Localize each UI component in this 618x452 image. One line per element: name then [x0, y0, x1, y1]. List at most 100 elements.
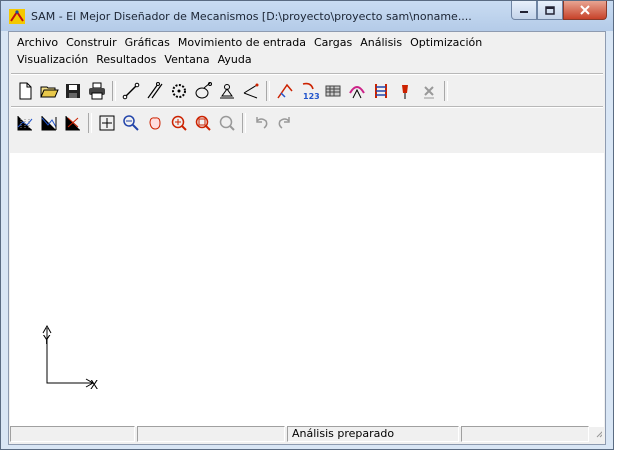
status-cell-1	[10, 426, 135, 442]
toolbar-separator	[88, 113, 92, 133]
input-motion-button[interactable]	[273, 79, 297, 103]
numbering-icon: 123	[302, 82, 319, 101]
toolbar-separator	[266, 81, 270, 101]
table-icon	[325, 85, 341, 97]
gear-icon	[172, 84, 186, 98]
redo-button[interactable]	[273, 111, 297, 135]
drawing-canvas[interactable]: Y X	[10, 153, 604, 427]
zoom-previous-button[interactable]	[215, 111, 239, 135]
lamp-icon	[424, 86, 434, 99]
menu-graficas[interactable]: Gráficas	[121, 34, 174, 51]
new-file-icon	[19, 82, 32, 100]
menu-cargas[interactable]: Cargas	[310, 34, 356, 51]
window-title: SAM - El Mejor Diseñador de Mecanismos […	[31, 10, 472, 23]
gear-button[interactable]	[167, 79, 191, 103]
menu-construir[interactable]: Construir	[62, 34, 121, 51]
menu-analisis[interactable]: Análisis	[356, 34, 406, 51]
menu-archivo[interactable]: Archivo	[13, 34, 62, 51]
cursor-icon	[99, 115, 115, 131]
table-button[interactable]	[321, 79, 345, 103]
x-axis-label: X	[90, 378, 99, 392]
undo-icon	[256, 117, 268, 129]
title-bar[interactable]: SAM - El Mejor Diseñador de Mecanismos […	[1, 1, 613, 31]
link-button[interactable]	[119, 79, 143, 103]
new-file-button[interactable]	[13, 79, 37, 103]
view-toolbar	[13, 109, 297, 137]
pan-icon	[149, 117, 161, 130]
cam-button[interactable]	[191, 79, 215, 103]
toolbar-separator	[242, 113, 246, 133]
toolbar-separator	[444, 81, 448, 101]
menu-resultados[interactable]: Resultados	[92, 51, 160, 68]
y-axis-label: Y	[43, 333, 51, 347]
pin-icon	[402, 85, 408, 99]
svg-text:123: 123	[303, 92, 319, 101]
print-button[interactable]	[85, 79, 109, 103]
ground-support-button[interactable]	[215, 79, 239, 103]
main-toolbar: 123	[13, 77, 451, 105]
resize-grip-icon	[596, 431, 602, 438]
grid-icon	[41, 116, 57, 131]
menu-separator	[11, 73, 603, 75]
ground-support-icon	[220, 84, 234, 99]
grid-clear-icon	[65, 116, 80, 131]
numbering-button[interactable]: 123	[297, 79, 321, 103]
zoom-window-icon	[171, 115, 187, 131]
client-area: Archivo Construir Gráficas Movimiento de en…	[8, 31, 606, 445]
status-message: Análisis preparado	[287, 426, 459, 442]
status-cell-4	[461, 426, 589, 442]
menu-optimizacion[interactable]: Optimización	[406, 34, 486, 51]
toolbar-separator	[112, 81, 116, 101]
redo-icon	[278, 117, 290, 129]
ladder-icon	[375, 84, 387, 98]
open-button[interactable]	[37, 79, 61, 103]
zoom-previous-icon	[219, 115, 235, 131]
zoom-extent-button[interactable]	[191, 111, 215, 135]
menu-ayuda[interactable]: Ayuda	[214, 51, 256, 68]
print-icon	[89, 82, 105, 100]
minimize-icon	[520, 11, 528, 13]
grid-clear-button[interactable]	[61, 111, 85, 135]
maximize-icon	[545, 5, 555, 15]
toolbar-separator-line	[11, 106, 603, 108]
close-button[interactable]	[563, 1, 607, 20]
cursor-button[interactable]	[95, 111, 119, 135]
pan-button[interactable]	[143, 111, 167, 135]
zoom-out-icon	[123, 115, 139, 131]
grid-snap-button[interactable]	[13, 111, 37, 135]
zoom-window-button[interactable]	[167, 111, 191, 135]
slider-link-icon	[147, 82, 163, 99]
resize-grip[interactable]	[591, 426, 602, 442]
ladder-button[interactable]	[369, 79, 393, 103]
input-motion-icon	[277, 83, 293, 99]
angle-button[interactable]	[239, 79, 263, 103]
menu-visualizacion[interactable]: Visualización	[13, 51, 92, 68]
lamp-button[interactable]	[417, 79, 441, 103]
status-cell-2	[137, 426, 285, 442]
maximize-button[interactable]	[537, 1, 563, 20]
zoom-extent-icon	[195, 115, 211, 131]
grid-button[interactable]	[37, 111, 61, 135]
analysis-arc-icon	[349, 86, 365, 99]
window-controls	[511, 1, 607, 21]
open-folder-icon	[40, 86, 59, 98]
pin-button[interactable]	[393, 79, 417, 103]
menu-ventana[interactable]: Ventana	[160, 51, 213, 68]
analysis-arc-button[interactable]	[345, 79, 369, 103]
app-icon	[9, 9, 25, 24]
menu-movimiento-entrada[interactable]: Movimiento de entrada	[174, 34, 310, 51]
menu-bar: Archivo Construir Gráficas Movimiento de en…	[9, 34, 603, 68]
grid-snap-icon	[17, 116, 33, 131]
slider-link-button[interactable]	[143, 79, 167, 103]
save-button[interactable]	[61, 79, 85, 103]
link-icon	[122, 82, 140, 100]
minimize-button[interactable]	[511, 1, 537, 20]
app-window: SAM - El Mejor Diseñador de Mecanismos […	[0, 0, 614, 450]
status-bar: Análisis preparado	[10, 426, 604, 443]
zoom-out-button[interactable]	[119, 111, 143, 135]
undo-button[interactable]	[249, 111, 273, 135]
cam-icon	[195, 82, 212, 99]
close-icon	[580, 5, 590, 15]
angle-icon	[243, 83, 259, 99]
save-icon	[66, 84, 80, 98]
